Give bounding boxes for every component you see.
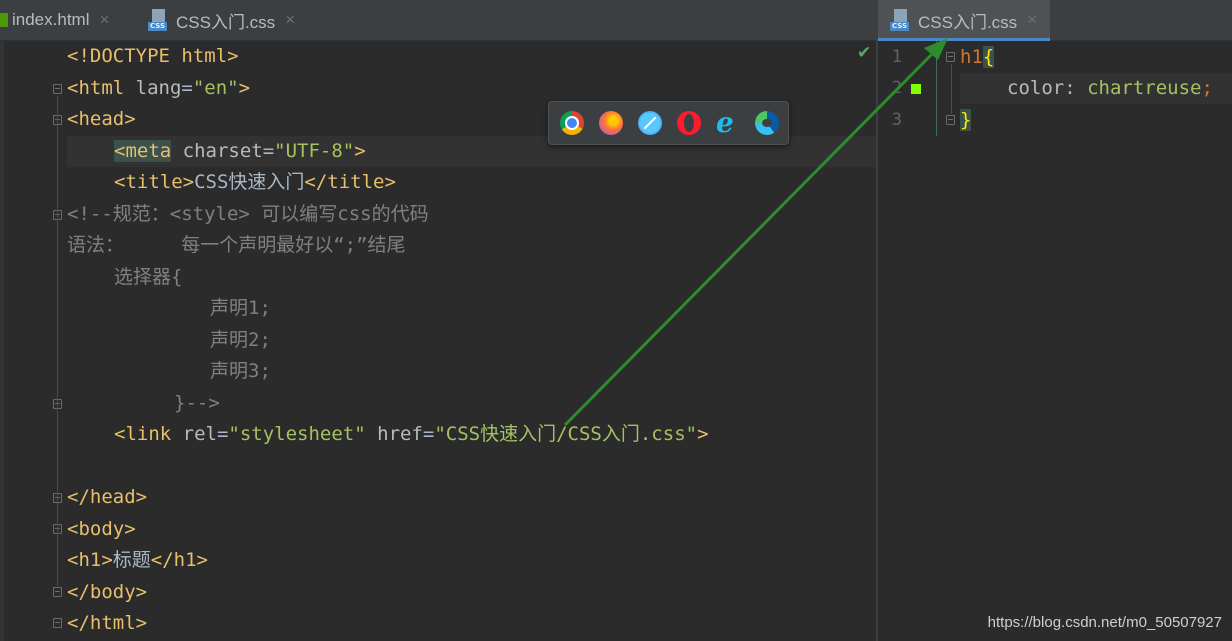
css-line-3[interactable]: } [960, 105, 972, 136]
css-line-2[interactable]: color: chartreuse; [960, 73, 1232, 104]
code-line-6[interactable]: <!--规范：<style> 可以编写css的代码 [67, 199, 429, 230]
code-line-9[interactable]: 声明1; [210, 293, 271, 324]
code-line-1[interactable]: <!DOCTYPE html> [67, 41, 239, 72]
right-tab-bar: CSS CSS入门.css × [878, 0, 1232, 41]
tab-css-rumen-active[interactable]: CSS CSS入门.css × [878, 0, 1050, 41]
safari-icon[interactable] [638, 111, 662, 135]
css-file-icon: CSS [148, 9, 170, 31]
fold-marker-icon[interactable] [53, 84, 62, 94]
fold-marker-icon[interactable] [53, 618, 62, 628]
color-swatch-icon[interactable] [911, 84, 921, 94]
code-line-7[interactable]: 语法： 每一个声明最好以“;”结尾 [67, 230, 406, 261]
left-tab-bar: index.html × CSS CSS入门.css × [0, 0, 877, 41]
code-line-12[interactable]: }--> [174, 388, 220, 419]
fold-marker-icon[interactable] [946, 115, 955, 125]
internet-explorer-icon[interactable]: e [716, 106, 740, 139]
line-number: 2 [891, 78, 902, 98]
left-editor-pane: index.html × CSS CSS入门.css × <!DOCTYPE h… [0, 0, 877, 641]
check-mark-icon: ✔ [857, 43, 872, 63]
browser-chooser-popup: e [548, 101, 789, 145]
code-line-17[interactable]: <h1>标题</h1> [67, 545, 208, 576]
code-line-3[interactable]: <head> [67, 104, 136, 135]
close-tab-icon[interactable]: × [1027, 10, 1037, 30]
line-number: 3 [891, 110, 902, 130]
gutter [0, 41, 4, 641]
code-line-13[interactable]: <link rel="stylesheet" href="CSS快速入门/CSS… [114, 419, 709, 450]
chrome-icon[interactable] [560, 111, 584, 135]
code-line-11[interactable]: 声明3; [210, 356, 271, 387]
line-number: 1 [891, 47, 902, 67]
edge-icon[interactable] [755, 111, 779, 135]
code-line-16[interactable]: <body> [67, 514, 136, 545]
fold-marker-icon[interactable] [946, 52, 955, 62]
tab-label: CSS入门.css [918, 12, 1018, 32]
css-line-1[interactable]: h1{ [960, 42, 995, 73]
code-line-19[interactable]: </html> [67, 608, 147, 639]
code-line-15[interactable]: </head> [67, 482, 147, 513]
firefox-icon[interactable] [599, 111, 623, 135]
tab-label: CSS入门.css [176, 12, 276, 32]
css-file-icon: CSS [890, 9, 912, 31]
code-line-2[interactable]: <html lang="en"> [67, 73, 250, 104]
html-file-icon [0, 13, 8, 27]
tab-css-rumen[interactable]: CSS CSS入门.css × [148, 0, 308, 40]
right-editor-pane: CSS CSS入门.css × 1 2 3 h1{ color: chartre… [878, 0, 1232, 641]
tab-index-html[interactable]: index.html × [0, 0, 140, 40]
watermark: https://blog.csdn.net/m0_50507927 [987, 614, 1222, 631]
code-line-10[interactable]: 声明2; [210, 325, 271, 356]
tab-label: index.html [12, 10, 90, 29]
code-line-5[interactable]: <title>CSS快速入门</title> [114, 167, 396, 198]
close-tab-icon[interactable]: × [285, 10, 295, 30]
code-line-18[interactable]: </body> [67, 577, 147, 608]
fold-guide [936, 41, 937, 136]
code-line-8[interactable]: 选择器{ [114, 262, 182, 293]
fold-guide [951, 64, 952, 114]
opera-icon[interactable] [677, 111, 701, 135]
close-tab-icon[interactable]: × [99, 10, 109, 30]
fold-guide [57, 96, 58, 586]
fold-marker-icon[interactable] [53, 587, 62, 597]
